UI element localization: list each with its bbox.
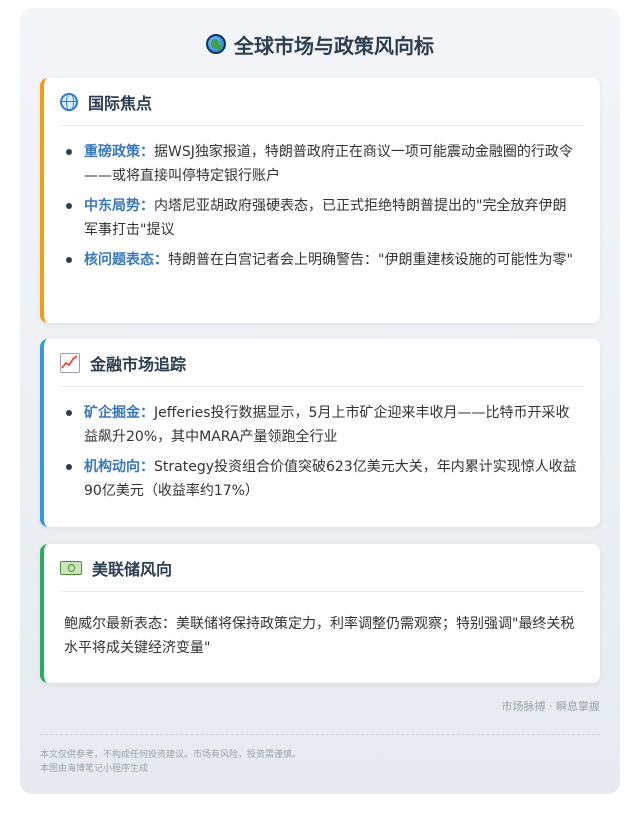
section-header: 国际焦点 xyxy=(60,78,584,126)
item-label: 矿企掘金： xyxy=(84,405,154,421)
item-text: 特朗普在白宫记者会上明确警告："伊朗重建核设施的可能性为零" xyxy=(168,252,573,268)
page-title-text: 全球市场与政策风向标 xyxy=(234,33,434,58)
brand-tagline: 市场脉搏 · 瞬息掌握 xyxy=(501,700,601,713)
section-body: 鲍威尔最新表态：美联储将保持政策定力，利率调整仍需观察；特别强调"最终关税水平将… xyxy=(64,616,575,656)
item-text: 内塔尼亚胡政府强硬表态，已正式拒绝特朗普提出的"完全放弃伊朗军事打击"提议 xyxy=(84,198,567,238)
item-text: Strategy投资组合价值突破623亿美元大关，年内累计实现惊人收益90亿美元… xyxy=(84,459,577,499)
generator-text: 本图由海博笔记小程序生成 xyxy=(40,764,149,774)
footer: 本文仅供参考，不构成任何投资建议。市场有风险，投资需谨慎。 本图由海博笔记小程序… xyxy=(40,748,301,776)
news-list: 矿企掘金：Jefferies投行数据显示，5月上市矿企迎来丰收月——比特币开采收… xyxy=(44,387,600,503)
list-item: 中东局势：内塔尼亚胡政府强硬表态，已正式拒绝特朗普提出的"完全放弃伊朗军事打击"… xyxy=(64,194,580,242)
disclaimer-text: 本文仅供参考，不构成任何投资建议。市场有风险，投资需谨慎。 xyxy=(40,750,302,760)
item-label: 机构动向： xyxy=(84,459,154,475)
list-item: 重磅政策：据WSJ独家报道，特朗普政府正在商议一项可能震动金融圈的行政令——或将… xyxy=(64,140,580,188)
section-federal-reserve: 美联储风向 鲍威尔最新表态：美联储将保持政策定力，利率调整仍需观察；特别强调"最… xyxy=(40,544,600,683)
list-item: 机构动向：Strategy投资组合价值突破623亿美元大关，年内累计实现惊人收益… xyxy=(64,455,580,503)
list-item: 矿企掘金：Jefferies投行数据显示，5月上市矿企迎来丰收月——比特币开采收… xyxy=(64,401,580,449)
page-title: 全球市场与政策风向标 xyxy=(20,28,620,60)
money-bill-icon xyxy=(60,560,82,575)
globe-with-meridians-icon xyxy=(60,92,78,111)
item-label: 核问题表态： xyxy=(84,252,168,268)
news-list: 重磅政策：据WSJ独家报道，特朗普政府正在商议一项可能震动金融圈的行政令——或将… xyxy=(44,126,600,272)
footer-divider xyxy=(40,734,600,735)
section-international-focus: 国际焦点 重磅政策：据WSJ独家报道，特朗普政府正在商议一项可能震动金融圈的行政… xyxy=(40,78,600,323)
item-text: 据WSJ独家报道，特朗普政府正在商议一项可能震动金融圈的行政令——或将直接叫停特… xyxy=(84,144,573,184)
chart-increasing-icon xyxy=(60,352,80,373)
list-item: 核问题表态：特朗普在白宫记者会上明确警告："伊朗重建核设施的可能性为零" xyxy=(64,248,580,272)
section-title: 美联储风向 xyxy=(92,559,173,579)
section-title: 国际焦点 xyxy=(88,93,153,113)
item-label: 中东局势： xyxy=(84,198,154,214)
section-header: 金融市场追踪 xyxy=(60,339,584,387)
section-financial-markets: 金融市场追踪 矿企掘金：Jefferies投行数据显示，5月上市矿企迎来丰收月—… xyxy=(40,339,600,527)
item-text: Jefferies投行数据显示，5月上市矿企迎来丰收月——比特币开采收益飙升20… xyxy=(84,405,570,445)
section-title: 金融市场追踪 xyxy=(90,354,187,374)
item-label: 重磅政策： xyxy=(84,144,154,160)
globe-icon xyxy=(206,34,226,54)
section-header: 美联储风向 xyxy=(60,544,584,592)
poster-card: 全球市场与政策风向标 国际焦点 重磅政策：据WSJ独家报道，特朗普政府正在商议一… xyxy=(20,8,620,794)
